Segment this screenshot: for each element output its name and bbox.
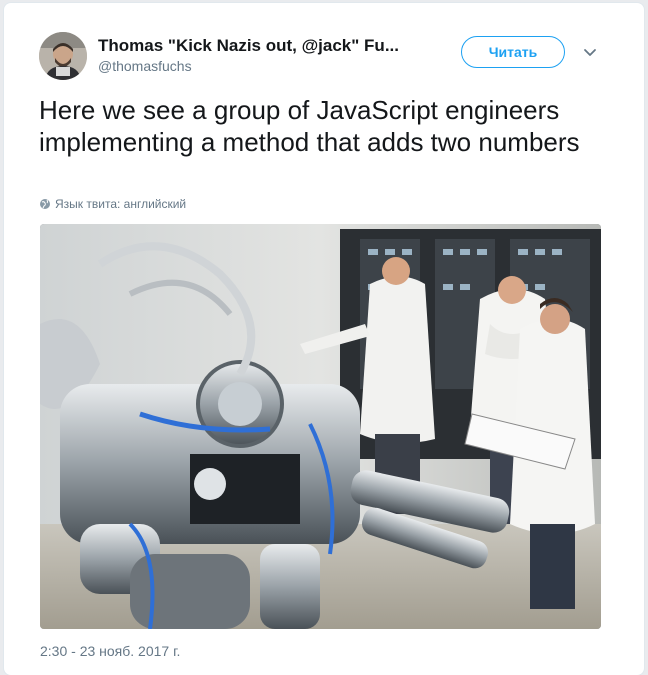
- lab-equipment-photo: [40, 224, 601, 629]
- tweet-language[interactable]: Язык твита: английский: [39, 197, 186, 211]
- avatar[interactable]: [39, 32, 87, 80]
- avatar-image: [39, 32, 87, 80]
- tweet-timestamp[interactable]: 2:30 - 23 нояб. 2017 г.: [40, 643, 180, 659]
- user-handle[interactable]: @thomasfuchs: [98, 58, 192, 74]
- chevron-down-icon[interactable]: [583, 45, 597, 59]
- tweet-language-label: Язык твита: английский: [55, 197, 187, 211]
- tweet-photo[interactable]: [40, 224, 601, 629]
- follow-button[interactable]: Читать: [461, 36, 565, 68]
- tweet-text: Here we see a group of JavaScript engine…: [39, 95, 580, 157]
- globe-icon: [40, 199, 50, 209]
- display-name[interactable]: Thomas "Kick Nazis out, @jack" Fu...: [98, 36, 428, 56]
